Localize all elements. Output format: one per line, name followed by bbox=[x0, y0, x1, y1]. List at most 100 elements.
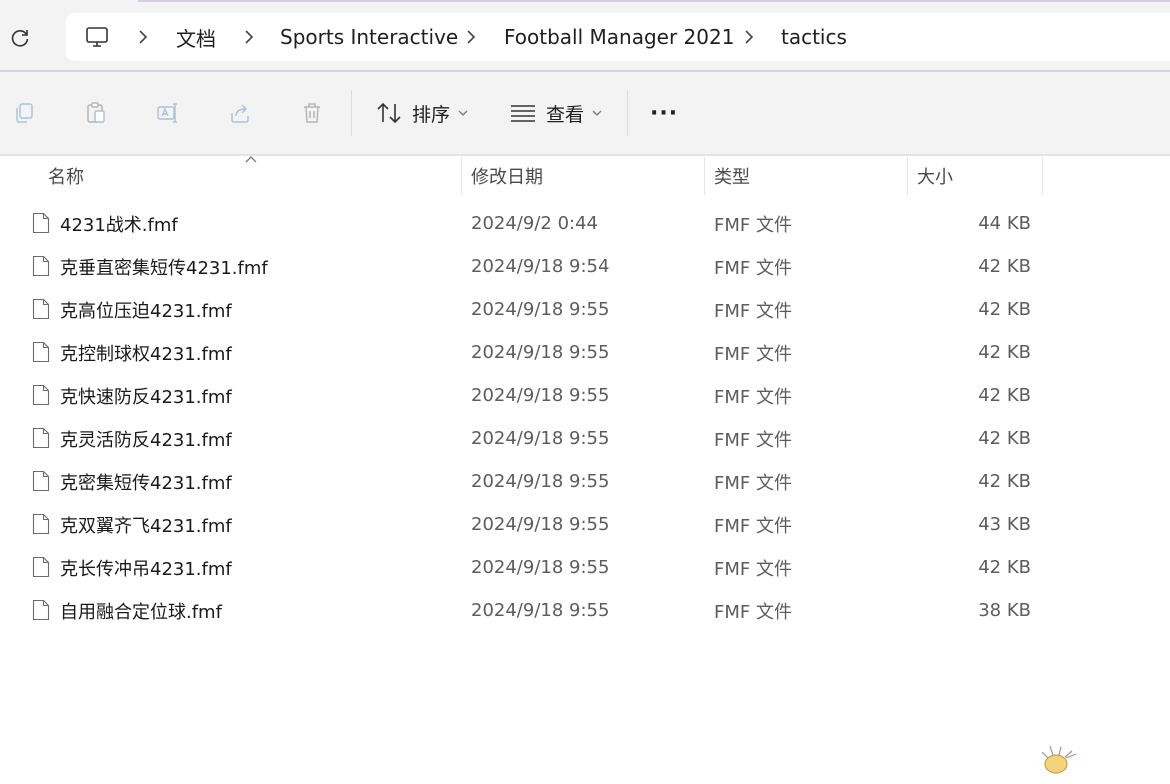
file-size: 42 KB bbox=[978, 299, 1031, 320]
toolbar-separator bbox=[351, 90, 352, 136]
file-modified-date: 2024/9/18 9:55 bbox=[471, 514, 610, 535]
file-icon bbox=[32, 212, 50, 234]
breadcrumb-item[interactable]: tactics bbox=[781, 13, 847, 61]
file-name[interactable]: 4231战术.fmf bbox=[60, 202, 178, 245]
file-size: 42 KB bbox=[978, 342, 1031, 363]
chevron-down-icon bbox=[592, 109, 602, 117]
file-modified-date: 2024/9/2 0:44 bbox=[471, 213, 598, 234]
sort-icon bbox=[376, 102, 402, 124]
file-modified-date: 2024/9/18 9:55 bbox=[471, 428, 610, 449]
column-header-date[interactable]: 修改日期 bbox=[471, 157, 543, 195]
file-type: FMF 文件 bbox=[714, 343, 792, 365]
paste-icon[interactable] bbox=[83, 100, 109, 126]
column-divider[interactable] bbox=[704, 157, 705, 195]
chevron-down-icon bbox=[458, 109, 468, 117]
file-type: FMF 文件 bbox=[714, 300, 792, 322]
file-size: 42 KB bbox=[978, 471, 1031, 492]
file-type: FMF 文件 bbox=[714, 386, 792, 408]
view-button[interactable]: 查看 bbox=[510, 94, 602, 132]
breadcrumb-item[interactable]: 文档 bbox=[176, 13, 216, 61]
file-modified-date: 2024/9/18 9:55 bbox=[471, 557, 610, 578]
file-row[interactable]: 自用融合定位球.fmf 2024/9/18 9:55 FMF 文件 38 KB bbox=[0, 589, 1170, 632]
refresh-icon[interactable] bbox=[8, 26, 32, 50]
file-modified-date: 2024/9/18 9:55 bbox=[471, 385, 610, 406]
file-icon bbox=[32, 255, 50, 277]
view-list-icon bbox=[510, 103, 536, 123]
file-row[interactable]: 克高位压迫4231.fmf 2024/9/18 9:55 FMF 文件 42 KB bbox=[0, 288, 1170, 331]
file-modified-date: 2024/9/18 9:55 bbox=[471, 342, 610, 363]
file-name[interactable]: 克控制球权4231.fmf bbox=[60, 331, 232, 374]
chevron-right-icon[interactable] bbox=[240, 28, 258, 46]
file-icon bbox=[32, 384, 50, 406]
file-name[interactable]: 克长传冲吊4231.fmf bbox=[60, 546, 232, 589]
chevron-right-icon[interactable] bbox=[134, 28, 152, 46]
sort-label: 排序 bbox=[412, 103, 451, 126]
file-icon bbox=[32, 341, 50, 363]
file-row[interactable]: 克长传冲吊4231.fmf 2024/9/18 9:55 FMF 文件 42 KB bbox=[0, 546, 1170, 589]
window-accent-line bbox=[138, 0, 1170, 2]
file-icon bbox=[32, 599, 50, 621]
sort-ascending-icon bbox=[244, 154, 258, 164]
file-modified-date: 2024/9/18 9:55 bbox=[471, 600, 610, 621]
breadcrumb-item[interactable]: Football Manager 2021 bbox=[504, 13, 734, 61]
file-type: FMF 文件 bbox=[714, 515, 792, 537]
file-size: 43 KB bbox=[978, 514, 1031, 535]
rename-icon[interactable] bbox=[155, 100, 181, 126]
view-label: 查看 bbox=[546, 103, 585, 126]
file-modified-date: 2024/9/18 9:54 bbox=[471, 256, 610, 277]
file-row[interactable]: 克控制球权4231.fmf 2024/9/18 9:55 FMF 文件 42 KB bbox=[0, 331, 1170, 374]
file-row[interactable]: 克密集短传4231.fmf 2024/9/18 9:55 FMF 文件 42 KB bbox=[0, 460, 1170, 503]
file-name[interactable]: 克双翼齐飞4231.fmf bbox=[60, 503, 232, 546]
file-name[interactable]: 克快速防反4231.fmf bbox=[60, 374, 232, 417]
column-divider[interactable] bbox=[907, 157, 908, 195]
file-icon bbox=[32, 427, 50, 449]
file-icon bbox=[32, 556, 50, 578]
column-divider[interactable] bbox=[1042, 157, 1043, 195]
more-options-button[interactable]: ··· bbox=[650, 94, 678, 132]
file-size: 42 KB bbox=[978, 557, 1031, 578]
share-icon[interactable] bbox=[227, 100, 253, 126]
file-size: 42 KB bbox=[978, 428, 1031, 449]
column-header-name[interactable]: 名称 bbox=[48, 157, 84, 195]
file-type: FMF 文件 bbox=[714, 601, 792, 623]
file-size: 44 KB bbox=[978, 213, 1031, 234]
file-icon bbox=[32, 470, 50, 492]
file-modified-date: 2024/9/18 9:55 bbox=[471, 471, 610, 492]
file-modified-date: 2024/9/18 9:55 bbox=[471, 299, 610, 320]
copy-icon[interactable] bbox=[11, 100, 37, 126]
file-icon bbox=[32, 513, 50, 535]
file-type: FMF 文件 bbox=[714, 558, 792, 580]
command-bar: 排序 查看 ··· bbox=[0, 72, 1170, 154]
file-name[interactable]: 克高位压迫4231.fmf bbox=[60, 288, 232, 331]
file-size: 38 KB bbox=[978, 600, 1031, 621]
file-name[interactable]: 克垂直密集短传4231.fmf bbox=[60, 245, 268, 288]
toolbar-divider bbox=[0, 154, 1170, 156]
breadcrumb-item[interactable]: Sports Interactive bbox=[280, 13, 458, 61]
column-divider[interactable] bbox=[461, 157, 462, 195]
address-bar[interactable]: 文档 Sports Interactive Football Manager 2… bbox=[66, 13, 1170, 61]
file-row[interactable]: 克快速防反4231.fmf 2024/9/18 9:55 FMF 文件 42 KB bbox=[0, 374, 1170, 417]
file-size: 42 KB bbox=[978, 385, 1031, 406]
file-name[interactable]: 克密集短传4231.fmf bbox=[60, 460, 232, 503]
file-row[interactable]: 克双翼齐飞4231.fmf 2024/9/18 9:55 FMF 文件 43 KB bbox=[0, 503, 1170, 546]
file-name[interactable]: 克灵活防反4231.fmf bbox=[60, 417, 232, 460]
file-icon bbox=[32, 298, 50, 320]
file-type: FMF 文件 bbox=[714, 472, 792, 494]
file-row[interactable]: 克灵活防反4231.fmf 2024/9/18 9:55 FMF 文件 42 KB bbox=[0, 417, 1170, 460]
toolbar-separator bbox=[627, 90, 628, 136]
this-pc-icon[interactable] bbox=[84, 24, 110, 50]
delete-icon[interactable] bbox=[299, 100, 325, 126]
file-name[interactable]: 自用融合定位球.fmf bbox=[60, 589, 222, 632]
column-header-type[interactable]: 类型 bbox=[714, 157, 750, 195]
mascot-icon bbox=[1036, 742, 1078, 776]
chevron-right-icon[interactable] bbox=[740, 28, 758, 46]
file-row[interactable]: 克垂直密集短传4231.fmf 2024/9/18 9:54 FMF 文件 42 KB bbox=[0, 245, 1170, 288]
file-type: FMF 文件 bbox=[714, 214, 792, 236]
chevron-right-icon[interactable] bbox=[462, 28, 480, 46]
file-row[interactable]: 4231战术.fmf 2024/9/2 0:44 FMF 文件 44 KB bbox=[0, 202, 1170, 245]
column-header-size[interactable]: 大小 bbox=[917, 157, 953, 195]
file-size: 42 KB bbox=[978, 256, 1031, 277]
file-type: FMF 文件 bbox=[714, 429, 792, 451]
file-type: FMF 文件 bbox=[714, 257, 792, 279]
sort-button[interactable]: 排序 bbox=[376, 94, 468, 132]
